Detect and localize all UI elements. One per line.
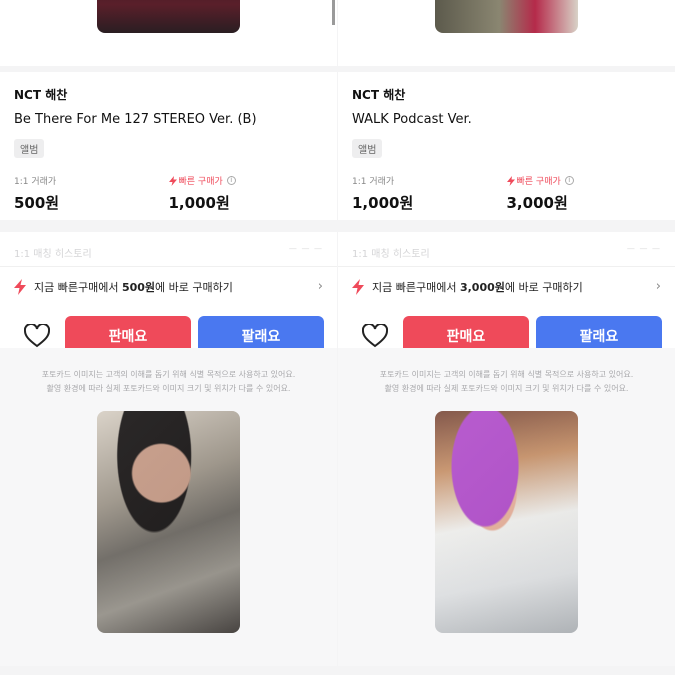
matching-history-label: 1:1 매칭 히스토리 [14, 249, 92, 260]
fast-price-label: 빠른 구매가 i [168, 174, 324, 187]
quick-buy-suffix: 에 바로 구매하기 [504, 280, 583, 294]
price-row: 1:1 거래가 1,000원 빠른 구매가 i 3,000원 [352, 174, 661, 213]
info-icon[interactable]: i [226, 176, 236, 185]
listing-info: NCT 해찬 WALK Podcast Ver. 앨범 1:1 거래가 1,00… [338, 72, 675, 220]
photocard-image[interactable] [97, 411, 240, 633]
quick-buy-amount: 3,000원 [459, 280, 505, 294]
disclaimer-line-1: 포토카드 이미지는 고객의 이해를 돕기 위해 식별 목적으로 사용하고 있어요… [41, 370, 296, 379]
lightning-icon [14, 278, 26, 295]
quick-buy-amount: 500원 [121, 280, 156, 294]
fast-price-label: 빠른 구매가 i [506, 174, 662, 187]
chevron-right-icon: › [317, 279, 323, 294]
photocard-section: 포토카드 이미지는 고객의 이해를 돕기 위해 식별 목적으로 사용하고 있어요… [0, 348, 337, 666]
quick-buy-banner[interactable]: 지금 빠른구매에서 500원에 바로 구매하기 › [0, 266, 337, 306]
heart-icon[interactable] [362, 324, 388, 348]
trade-price-block: 1:1 거래가 500원 [14, 174, 169, 213]
listing-card-1: NCT 해찬 Be There For Me 127 STEREO Ver. (… [0, 0, 337, 675]
fast-price-label-text: 빠른 구매가 [178, 177, 223, 187]
quick-buy-text: 지금 빠른구매에서 500원에 바로 구매하기 [34, 279, 318, 295]
disclaimer-line-1: 포토카드 이미지는 고객의 이해를 돕기 위해 식별 목적으로 사용하고 있어요… [379, 370, 634, 379]
trade-price-label: 1:1 거래가 [352, 174, 507, 187]
fast-price-block: 빠른 구매가 i 1,000원 [168, 174, 324, 213]
lightning-icon [352, 278, 364, 295]
action-row: 판매요 팔래요 [0, 306, 337, 356]
artist-name: NCT 해찬 [352, 88, 406, 102]
album-title: WALK Podcast Ver. [352, 112, 472, 127]
action-row: 판매요 팔래요 [338, 306, 675, 356]
trade-price-block: 1:1 거래가 1,000원 [352, 174, 507, 213]
heart-icon[interactable] [24, 324, 50, 348]
photocard-sheen [97, 411, 240, 633]
album-thumbnail[interactable] [435, 0, 578, 33]
quick-buy-banner[interactable]: 지금 빠른구매에서 3,000원에 바로 구매하기 › [338, 266, 675, 306]
category-chip: 앨범 [352, 139, 383, 158]
fast-price-label-text: 빠른 구매가 [516, 177, 561, 187]
album-thumbnail[interactable] [97, 0, 240, 33]
trade-price-value: 1,000원 [352, 194, 414, 212]
fast-price-block: 빠른 구매가 i 3,000원 [506, 174, 662, 213]
photocard-section: 포토카드 이미지는 고객의 이해를 돕기 위해 식별 목적으로 사용하고 있어요… [338, 348, 675, 666]
trade-price-label-text: 1:1 거래가 [352, 177, 395, 187]
disclaimer-line-2: 촬영 환경에 따라 실제 포토카드와 이미지 크기 및 위치가 다를 수 있어요… [384, 384, 629, 393]
disclaimer-line-2: 촬영 환경에 따라 실제 포토카드와 이미지 크기 및 위치가 다를 수 있어요… [46, 384, 291, 393]
lightning-icon [506, 175, 515, 186]
quick-buy-prefix: 지금 빠른구매에서 [34, 280, 122, 294]
quick-buy-suffix: 에 바로 구매하기 [155, 280, 233, 294]
album-title: Be There For Me 127 STEREO Ver. (B) [14, 112, 257, 127]
disclaimer-text: 포토카드 이미지는 고객의 이해를 돕기 위해 식별 목적으로 사용하고 있어요… [338, 348, 675, 396]
fast-price-value: 3,000원 [506, 194, 568, 212]
category-chip: 앨범 [14, 139, 45, 158]
photocard-sheen [435, 411, 578, 633]
history-meta: — — — [626, 244, 661, 253]
disclaimer-text: 포토카드 이미지는 고객의 이해를 돕기 위해 식별 목적으로 사용하고 있어요… [0, 348, 337, 396]
quick-buy-prefix: 지금 빠른구매에서 [372, 280, 460, 294]
photocard-image[interactable] [435, 411, 578, 633]
artist-name: NCT 해찬 [14, 88, 68, 102]
quick-buy-text: 지금 빠른구매에서 3,000원에 바로 구매하기 [372, 279, 656, 295]
history-meta: — — — [288, 244, 323, 253]
top-band [338, 0, 675, 66]
chevron-right-icon: › [655, 279, 661, 294]
listing-card-2: NCT 해찬 WALK Podcast Ver. 앨범 1:1 거래가 1,00… [338, 0, 675, 675]
trade-price-label: 1:1 거래가 [14, 174, 169, 187]
lightning-icon [168, 175, 177, 186]
info-icon[interactable]: i [564, 176, 574, 185]
matching-history-label: 1:1 매칭 히스토리 [352, 249, 430, 260]
scroll-indicator [332, 0, 335, 25]
trade-price-value: 500원 [14, 194, 60, 212]
top-band [0, 0, 337, 66]
listing-info: NCT 해찬 Be There For Me 127 STEREO Ver. (… [0, 72, 337, 220]
trade-price-label-text: 1:1 거래가 [14, 177, 57, 187]
price-row: 1:1 거래가 500원 빠른 구매가 i 1,000원 [14, 174, 323, 213]
fast-price-value: 1,000원 [168, 194, 230, 212]
